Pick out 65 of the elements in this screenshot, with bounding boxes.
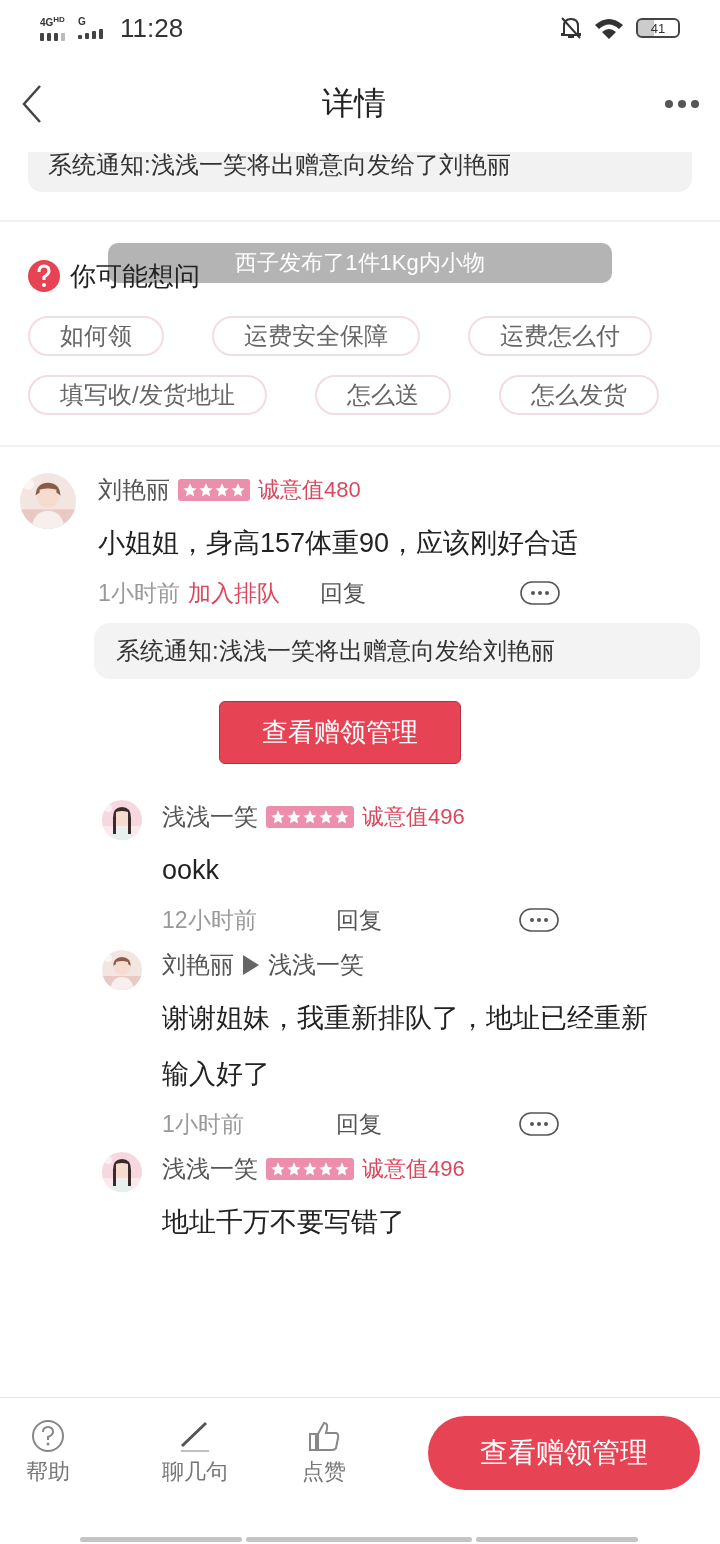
star-icon [286,1161,302,1177]
manage-button[interactable]: 查看赠领管理 [428,1416,700,1490]
star-icon [334,1161,350,1177]
star-icon [302,809,318,825]
question-icon [28,260,60,292]
manage-button[interactable]: 查看赠领管理 [219,701,461,764]
star-icon [318,809,334,825]
star-icon [270,1161,286,1177]
author-name: 浅浅一笑 [162,802,258,832]
question-chip[interactable]: 填写收/发货地址 [28,375,267,415]
star-icon [334,809,350,825]
section-title: 你可能想问 [70,259,200,293]
comment-text: ookk [162,854,221,887]
join-queue-link[interactable]: 加入排队 [187,577,280,609]
author-name: 刘艳丽 [98,475,170,505]
comment-text: 地址千万不要写错了 [162,1206,406,1239]
star-icon [286,809,302,825]
star-icon [318,1161,334,1177]
pen-icon[interactable] [178,1419,212,1453]
question-chip[interactable]: 运费安全保障 [212,316,420,356]
question-chip[interactable]: 怎么发货 [498,375,659,415]
clock: 11:28 [120,12,184,44]
star-icon [270,809,286,825]
star-icon [182,482,198,498]
question-chip[interactable]: 运费怎么付 [468,316,652,356]
author-name: 刘艳丽 [162,950,234,980]
comment-text: 小姐姐，身高157体重90，应该刚好合适 [98,527,580,560]
more-icon[interactable] [664,99,700,109]
system-notice: 系统通知:浅浅一笑将出赠意向发给了刘艳丽 [28,152,692,192]
sincerity-score: 诚意值496 [362,803,465,831]
back-icon[interactable] [20,84,44,124]
signal-icon [78,27,106,39]
timestamp: 1小时前 [162,1109,245,1139]
more-icon[interactable] [519,1112,559,1136]
more-icon[interactable] [519,908,559,932]
toolbar-button[interactable]: 帮助 [26,1419,70,1487]
star-icon [198,482,214,498]
sincerity-score: 诚意值496 [362,1155,465,1183]
timestamp: 12小时前 [162,905,258,935]
help-icon[interactable] [31,1419,65,1453]
author-name: 浅浅一笑 [268,950,364,980]
toolbar-button[interactable]: 聊几句 [162,1419,228,1487]
star-icon [214,482,230,498]
question-chip[interactable]: 如何领 [28,316,164,356]
star-icon [230,482,246,498]
network-label: G [78,17,86,27]
timestamp: 1小时前 [98,578,180,608]
wifi-icon [594,17,624,39]
author-name: 浅浅一笑 [162,1154,258,1184]
star-icon [302,1161,318,1177]
bell-muted-icon [560,16,582,40]
reply-link[interactable]: 回复 [319,577,366,609]
question-chip[interactable]: 怎么送 [314,375,451,415]
comment-text: 谢谢姐妹，我重新排队了，地址已经重新输入好了 [162,1002,649,1091]
network-label: 4G$^{HD}$ [40,15,65,29]
sincerity-score: 诚意值480 [258,476,361,504]
thumbs-up-icon[interactable] [307,1419,341,1453]
system-notice: 系统通知:浅浅一笑将出赠意向发给刘艳丽 [94,623,700,679]
reply-link[interactable]: 回复 [336,904,382,936]
page-title: 详情 [322,84,386,123]
reply-link[interactable]: 回复 [336,1108,382,1140]
more-icon[interactable] [520,581,560,605]
toolbar-button[interactable]: 点赞 [302,1419,346,1487]
battery-indicator: 41 [636,18,680,38]
play-arrow-icon [242,954,260,976]
